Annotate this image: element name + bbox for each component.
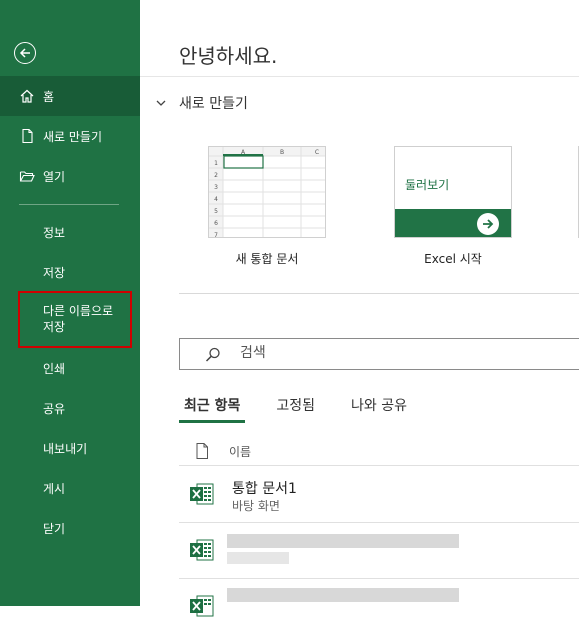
home-icon [20,89,34,103]
sidebar-item-label: 내보내기 [43,441,88,456]
file-type-icon[interactable] [196,443,208,459]
sidebar-item-save-as[interactable]: 다른 이름으로 저장 [18,291,132,348]
tab-recent[interactable]: 최근 항목 [179,395,246,423]
excel-file-icon [190,539,214,561]
svg-text:5: 5 [214,208,218,215]
file-row[interactable]: 통합 문서1 바탕 화면 [179,466,579,523]
column-name-header[interactable]: 이름 [229,443,251,460]
sidebar-item-label: 새로 만들기 [43,129,103,144]
sidebar-item-close[interactable]: 닫기 [0,508,140,548]
sidebar-item-label: 저장 [43,265,66,280]
sidebar-item-print[interactable]: 인쇄 [0,348,140,388]
svg-text:2: 2 [214,172,218,179]
excel-file-icon [190,595,214,617]
back-arrow-icon [19,48,30,58]
file-row[interactable] [179,578,579,634]
svg-text:C: C [315,149,319,156]
sidebar-item-label: 닫기 [43,521,66,536]
sidebar-item-publish[interactable]: 게시 [0,468,140,508]
back-button[interactable] [14,42,36,64]
sidebar-item-label: 공유 [43,401,66,416]
sidebar-item-label: 열기 [43,169,66,184]
sidebar-item-label-line2: 저장 [43,320,66,334]
tour-tile-text: 둘러보기 [405,178,450,192]
sidebar-item-label: 게시 [43,481,66,496]
excel-file-icon [190,483,214,505]
sidebar-item-new[interactable]: 새로 만들기 [0,116,140,156]
svg-text:7: 7 [214,232,218,238]
tab-shared-with-me[interactable]: 나와 공유 [346,395,412,423]
file-name: 통합 문서1 [232,481,297,497]
new-section-toggle[interactable]: 새로 만들기 [155,93,248,113]
file-location: 바탕 화면 [232,499,280,513]
sidebar-item-label: 홈 [43,89,55,104]
sidebar-item-label: 정보 [43,225,66,240]
svg-text:4: 4 [214,196,218,203]
spreadsheet-grid-thumbnail: A B C 1 2 3 4 5 6 7 [209,147,325,238]
redacted-file-location [227,552,289,564]
sidebar-divider [19,204,119,205]
chevron-down-icon [156,100,166,106]
search-icon [205,347,220,362]
excel-tour-tile[interactable]: 둘러보기 [394,146,512,238]
file-tabs: 최근 항목 고정됨 나와 공유 [179,395,438,425]
sidebar-item-info[interactable]: 정보 [0,212,140,252]
page-title: 안녕하세요. [179,44,278,68]
blank-workbook-tile[interactable]: A B C 1 2 3 4 5 6 7 [208,146,326,238]
svg-text:B: B [280,149,284,156]
sidebar-item-share[interactable]: 공유 [0,388,140,428]
tab-pinned[interactable]: 고정됨 [271,395,320,423]
svg-text:6: 6 [214,220,218,227]
excel-tour-label: Excel 시작 [424,252,482,266]
sidebar-item-export[interactable]: 내보내기 [0,428,140,468]
sidebar-item-label: 인쇄 [43,361,66,376]
blank-workbook-label: 새 통합 문서 [235,252,299,266]
sidebar-item-label-line1: 다른 이름으로 [43,304,114,318]
redacted-file-name [227,534,459,548]
sidebar-item-open[interactable]: 열기 [0,156,140,196]
file-list-header: 이름 [179,437,579,466]
backstage-sidebar: 홈 새로 만들기 열기 정보 저장 다른 이름으로 저장 인쇄 공유 내보내기 … [0,0,140,606]
search-box[interactable] [179,338,579,370]
new-file-icon [22,128,33,144]
svg-text:1: 1 [214,160,218,167]
divider [140,76,579,77]
section-title: 새로 만들기 [179,96,248,112]
sidebar-item-save[interactable]: 저장 [0,252,140,292]
svg-text:3: 3 [214,184,218,191]
arrow-right-icon [477,213,499,235]
search-input[interactable] [238,344,442,362]
sidebar-item-home[interactable]: 홈 [0,76,140,116]
open-folder-icon [19,171,35,182]
divider [179,293,579,294]
file-row[interactable] [179,522,579,579]
redacted-file-name [227,588,459,602]
